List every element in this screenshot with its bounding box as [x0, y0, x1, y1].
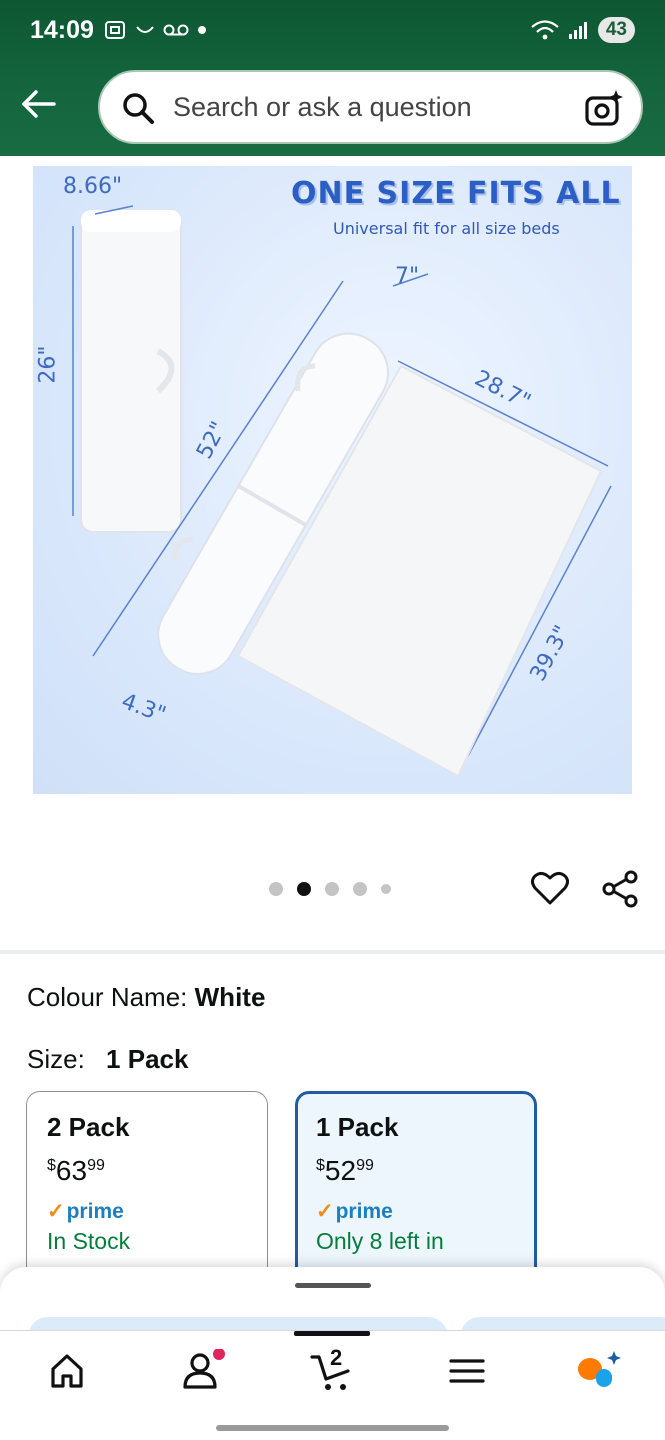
prime-label: prime — [335, 1200, 393, 1223]
bottom-navigation: 2 — [0, 1331, 665, 1415]
price-currency: $ — [316, 1157, 325, 1174]
colour-value: White — [194, 982, 266, 1012]
wifi-icon — [531, 20, 559, 40]
section-divider — [0, 950, 665, 954]
status-bar: 14:09 43 — [0, 0, 665, 62]
carousel-dot[interactable] — [269, 882, 283, 896]
prime-label: prime — [66, 1200, 124, 1223]
share-icon[interactable] — [600, 869, 640, 909]
menu-icon[interactable] — [447, 1349, 487, 1393]
size-option-2-pack[interactable]: 2 Pack $6399 ✓prime In Stock — [26, 1091, 268, 1291]
dot-icon — [198, 26, 206, 34]
bottom-sheet[interactable]: 2 — [0, 1267, 665, 1440]
dim-height-label: 26" — [35, 345, 61, 384]
carousel-dot[interactable] — [381, 884, 391, 894]
option-price: $5299 — [316, 1155, 516, 1187]
price-whole: 63 — [55, 1155, 88, 1186]
prime-badge: ✓prime — [47, 1199, 247, 1224]
voicemail-icon — [163, 24, 189, 36]
account-icon[interactable] — [180, 1349, 226, 1393]
carousel-dot-active[interactable] — [297, 882, 311, 896]
prime-check-icon: ✓ — [47, 1200, 65, 1223]
gesture-bar — [216, 1425, 449, 1431]
battery-level: 43 — [597, 17, 635, 43]
camera-search-icon[interactable] — [583, 88, 625, 130]
notification-dot — [213, 1349, 225, 1360]
search-bar[interactable]: Search or ask a question — [98, 70, 643, 144]
prime-check-icon: ✓ — [316, 1200, 334, 1223]
image-headline: ONE SIZE FITS ALL — [291, 176, 621, 211]
price-fraction: 99 — [356, 1157, 374, 1174]
colour-label: Colour Name: — [27, 982, 188, 1012]
prime-badge: ✓prime — [316, 1199, 516, 1224]
image-subheadline: Universal fit for all size beds — [333, 219, 560, 238]
status-notification-icons — [103, 18, 207, 42]
option-price: $6399 — [47, 1155, 247, 1187]
price-fraction: 99 — [87, 1157, 105, 1174]
search-input[interactable]: Search or ask a question — [173, 92, 472, 123]
wishlist-heart-icon[interactable] — [530, 868, 570, 908]
option-title: 1 Pack — [316, 1112, 399, 1142]
price-currency: $ — [47, 1157, 56, 1174]
search-icon — [123, 93, 154, 124]
stock-status: In Stock — [47, 1228, 131, 1254]
app-header: 14:09 43 Search or ask a question — [0, 0, 665, 156]
size-label: Size: — [27, 1044, 85, 1074]
rufus-assistant-icon[interactable] — [574, 1349, 624, 1393]
image-carousel-dots[interactable] — [269, 882, 391, 896]
dim-width-label: 8.66" — [63, 174, 123, 199]
signal-icon — [568, 22, 587, 39]
product-image[interactable]: ONE SIZE FITS ALL Universal fit for all … — [33, 166, 632, 794]
cart-count: 2 — [330, 1345, 343, 1370]
carousel-dot[interactable] — [353, 882, 367, 896]
carousel-dot[interactable] — [325, 882, 339, 896]
cart-button[interactable]: 2 — [294, 1331, 370, 1393]
sheet-drag-handle[interactable] — [295, 1283, 371, 1288]
option-title: 2 Pack — [47, 1112, 130, 1142]
status-time: 14:09 — [30, 16, 94, 44]
size-value: 1 Pack — [106, 1044, 189, 1074]
stock-status: Only 8 left in — [316, 1228, 444, 1254]
screenshot-icon — [105, 21, 125, 39]
status-right: 43 — [530, 17, 635, 43]
missed-call-icon — [136, 26, 154, 33]
size-option-1-pack-selected[interactable]: 1 Pack $5299 ✓prime Only 8 left in — [295, 1091, 537, 1291]
dim-depth-label: 7" — [395, 264, 420, 289]
back-arrow-icon[interactable] — [20, 84, 60, 124]
colour-name-row: Colour Name: White — [27, 982, 265, 1013]
size-row: Size: 1 Pack — [27, 1044, 188, 1075]
price-whole: 52 — [324, 1155, 357, 1186]
home-icon[interactable] — [47, 1349, 87, 1393]
